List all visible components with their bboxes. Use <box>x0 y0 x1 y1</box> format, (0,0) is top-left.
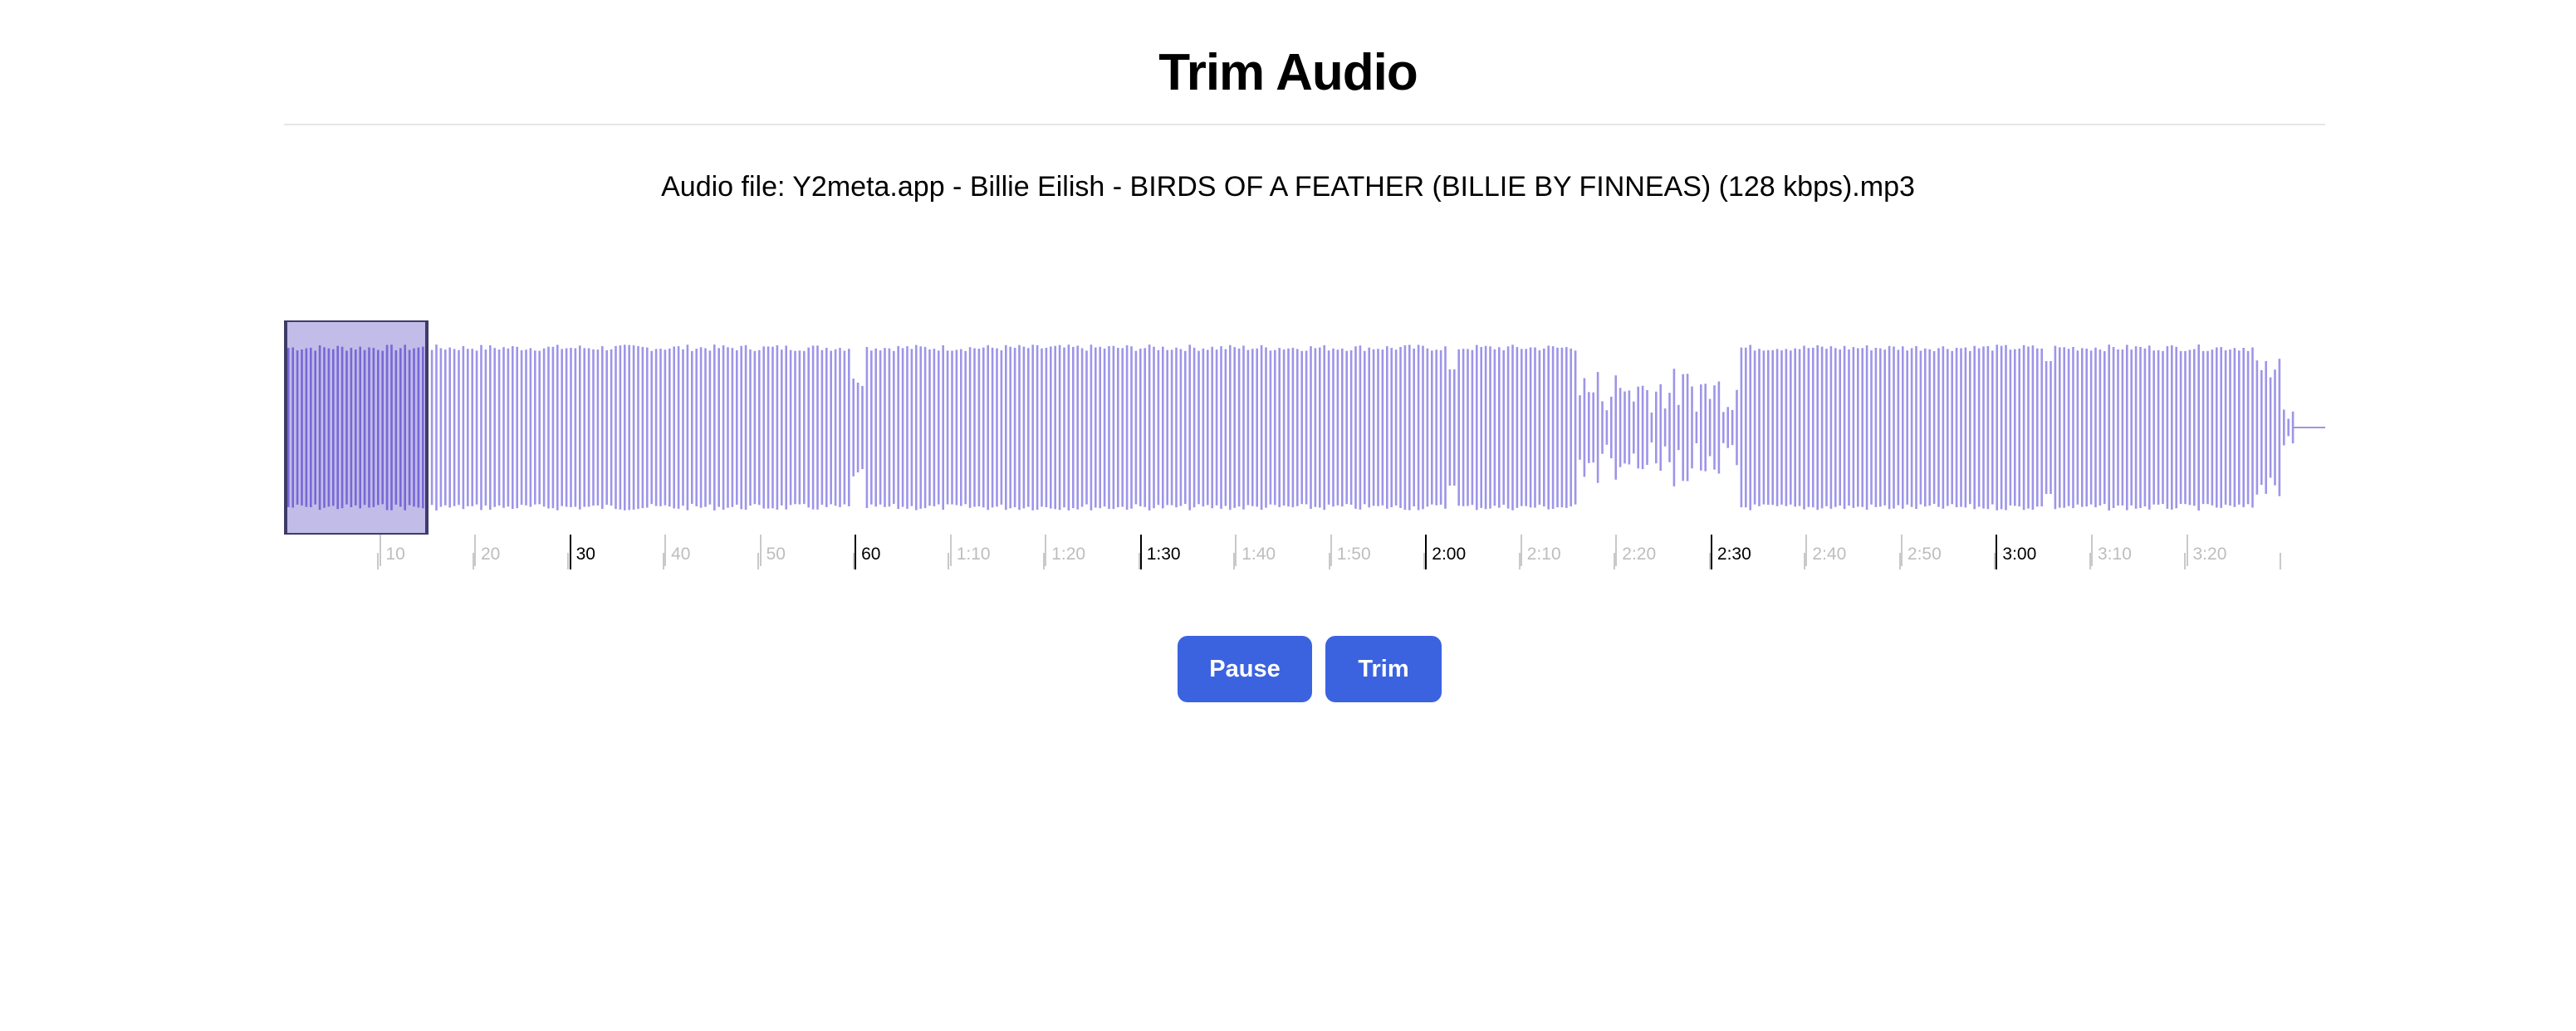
timeline-tick <box>1045 535 1047 566</box>
timeline-tick <box>474 535 476 566</box>
pause-button[interactable]: Pause <box>1178 636 1312 702</box>
timeline-tick-label: 3:00 <box>2002 545 2037 564</box>
waveform[interactable] <box>284 320 2325 535</box>
timeline-tick-label: 2:40 <box>1812 545 1847 564</box>
timeline-tick-label: 2:10 <box>1526 545 1561 564</box>
timeline-tick <box>1425 535 1428 569</box>
timeline-tick-label: 20 <box>481 545 501 564</box>
controls: Pause Trim <box>0 636 2576 702</box>
timeline-tick <box>1520 535 1522 566</box>
timeline-tick-label: 1:40 <box>1241 545 1276 564</box>
waveform-bars[interactable] <box>284 320 2325 535</box>
timeline-tick <box>1996 535 1998 569</box>
timeline-tick-label: 50 <box>766 545 786 564</box>
timeline-tick <box>1139 535 1142 569</box>
timeline-tick-label: 10 <box>385 545 405 564</box>
timeline-tick <box>664 535 667 566</box>
timeline-tick-label: 2:50 <box>1907 545 1942 564</box>
title-divider <box>284 124 2325 125</box>
timeline-tick-label: 1:50 <box>1336 545 1371 564</box>
page-title: Trim Audio <box>1158 44 1418 101</box>
timeline-tick <box>759 535 762 566</box>
timeline-tick-label: 2:30 <box>1717 545 1751 564</box>
timeline-tick <box>949 535 952 566</box>
trim-button[interactable]: Trim <box>1325 636 1442 702</box>
timeline-tick <box>855 535 857 569</box>
timeline-tick-label: 2:00 <box>1432 545 1467 564</box>
timeline-tick <box>1615 535 1618 566</box>
timeline-tick-label: 1:10 <box>956 545 991 564</box>
timeline-tick <box>1900 535 1903 566</box>
trim-audio-page: Trim Audio Audio file: Y2meta.app - Bill… <box>0 0 2576 1031</box>
audio-file-label: Audio file: Y2meta.app - Billie Eilish -… <box>661 171 1915 203</box>
timeline-minor-tick <box>2279 553 2281 569</box>
timeline-tick <box>1805 535 1808 566</box>
selection-region[interactable] <box>284 320 429 535</box>
timeline-tick-label: 3:10 <box>2098 545 2132 564</box>
timeline-tick-label: 30 <box>575 545 595 564</box>
timeline-tick-label: 2:20 <box>1622 545 1657 564</box>
timeline-tick <box>569 535 571 569</box>
timeline-tick <box>2186 535 2188 566</box>
timeline-tick-label: 1:30 <box>1146 545 1181 564</box>
timeline-tick-label: 60 <box>861 545 881 564</box>
timeline-tick <box>2091 535 2093 566</box>
timeline-tick <box>1235 535 1237 566</box>
timeline-tick <box>1330 535 1332 566</box>
timeline: 10 20 30 40 50 60 1:10 1:20 1:30 1:40 1:50 2:00 2:10… <box>284 535 2325 576</box>
timeline-tick-label: 3:20 <box>2192 545 2227 564</box>
timeline-tick-label: 40 <box>671 545 691 564</box>
timeline-tick-label: 1:20 <box>1051 545 1086 564</box>
timeline-tick <box>1710 535 1712 569</box>
timeline-tick <box>379 535 381 566</box>
